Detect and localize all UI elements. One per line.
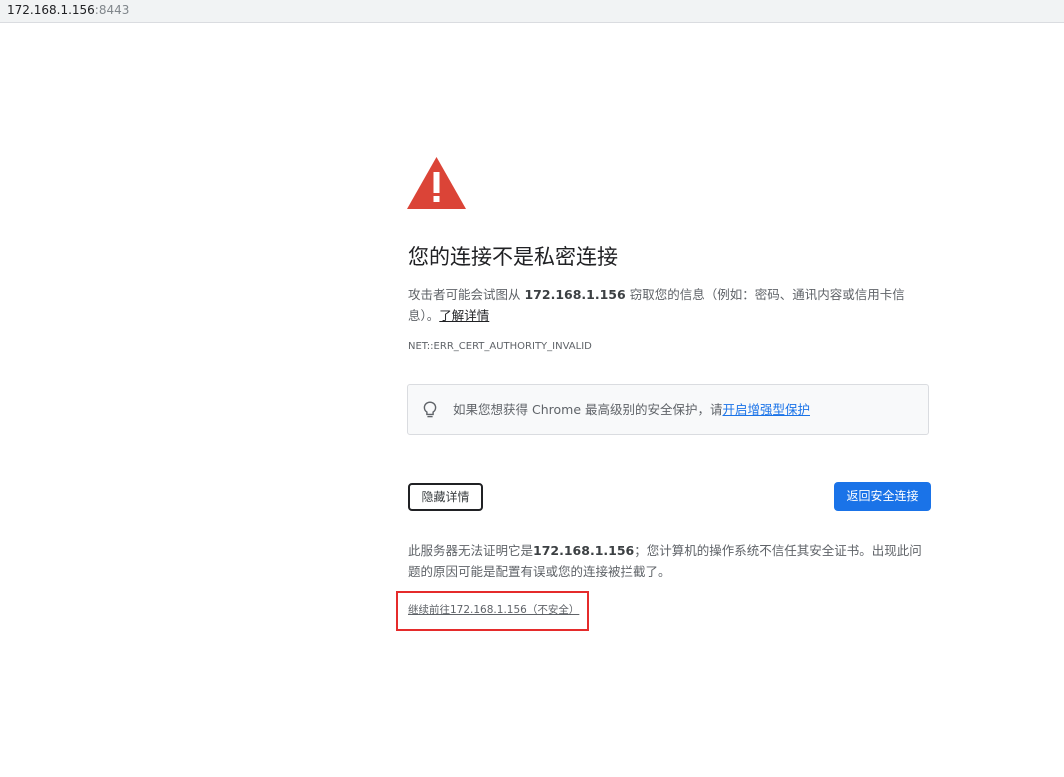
address-bar[interactable]: 172.168.1.156:8443 (0, 0, 1064, 23)
description-text-before: 攻击者可能会试图从 (408, 287, 525, 302)
url-host: 172.168.1.156 (7, 3, 95, 17)
page-title: 您的连接不是私密连接 (408, 245, 618, 269)
details-text-before: 此服务器无法证明它是 (408, 543, 534, 558)
hide-details-button[interactable]: 隐藏详情 (408, 483, 483, 511)
details-text: 此服务器无法证明它是172.168.1.156；您计算机的操作系统不信任其安全证… (408, 540, 933, 582)
enhanced-protection-link[interactable]: 开启增强型保护 (722, 402, 810, 417)
warning-triangle-icon (407, 157, 466, 209)
lightbulb-icon (423, 401, 437, 418)
back-to-safety-button[interactable]: 返回安全连接 (834, 482, 931, 511)
learn-more-link[interactable]: 了解详情 (439, 308, 489, 323)
tip-text-label: 如果您想获得 Chrome 最高级别的安全保护，请 (453, 402, 723, 417)
error-code: NET::ERR_CERT_AUTHORITY_INVALID (408, 341, 592, 352)
warning-description: 攻击者可能会试图从 172.168.1.156 窃取您的信息（例如：密码、通讯内… (408, 284, 928, 326)
url-port: :8443 (94, 3, 130, 17)
enhanced-protection-tip: 如果您想获得 Chrome 最高级别的安全保护，请开启增强型保护 (407, 384, 929, 435)
url-text[interactable]: 172.168.1.156:8443 (7, 3, 129, 18)
proceed-unsafe-link[interactable]: 继续前往172.168.1.156（不安全） (408, 603, 579, 617)
tip-text: 如果您想获得 Chrome 最高级别的安全保护，请开启增强型保护 (453, 402, 810, 418)
details-host: 172.168.1.156 (533, 543, 635, 558)
description-host: 172.168.1.156 (524, 287, 626, 302)
